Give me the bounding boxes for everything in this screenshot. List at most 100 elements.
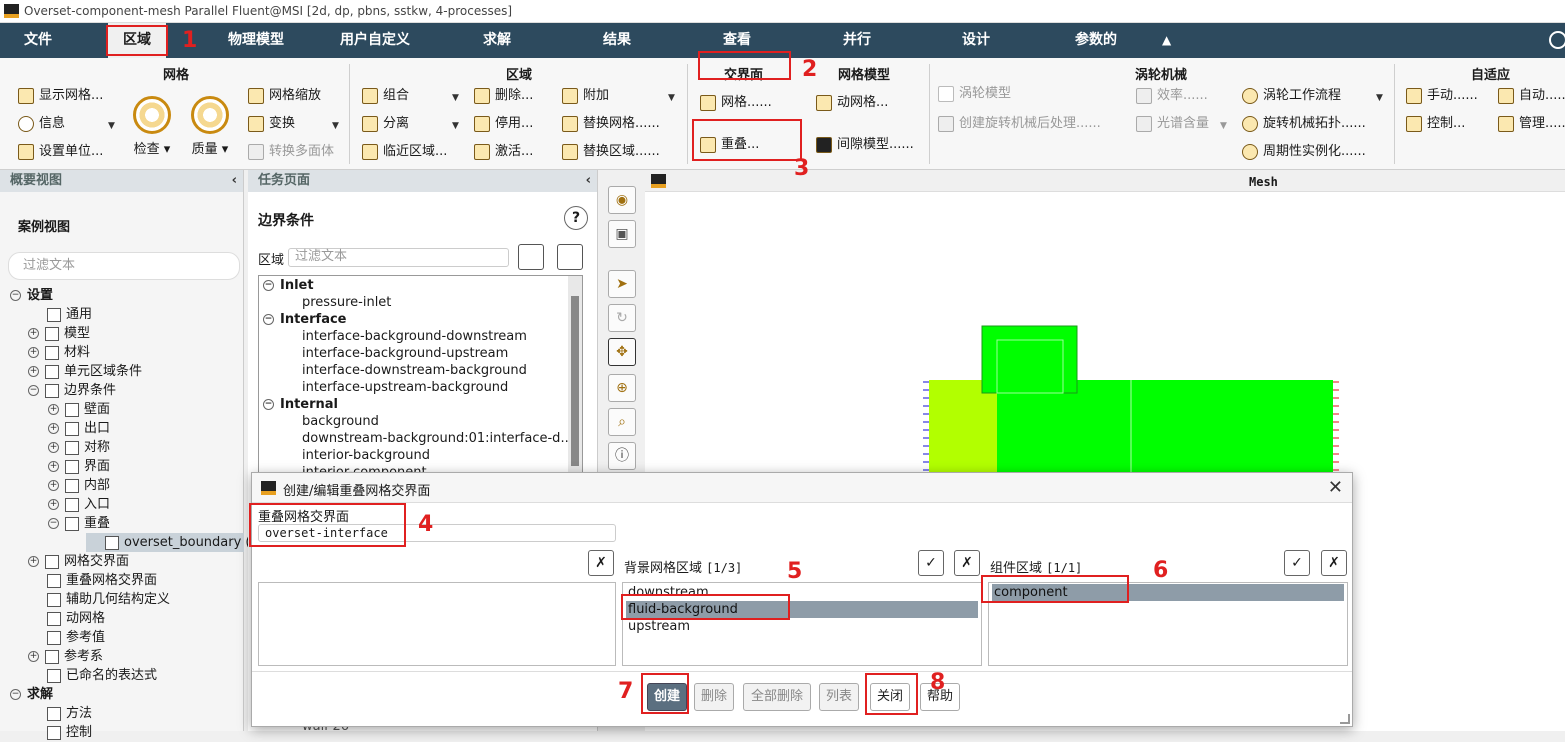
collapse-icon[interactable]: − (28, 385, 39, 396)
tree-item[interactable]: + 壁面 (48, 400, 110, 419)
check-button[interactable]: 检查 ▾ (130, 96, 174, 157)
expand-icon[interactable]: + (28, 328, 39, 339)
close-icon[interactable]: ✕ (1328, 477, 1343, 498)
tree-item[interactable]: − 重叠 (48, 514, 110, 533)
adapt-manual-button[interactable]: 手动...... (1406, 85, 1478, 107)
collapse-icon[interactable]: − (263, 399, 274, 410)
deselect-all-comp-icon[interactable]: ✗ (1321, 550, 1347, 576)
resize-grip-icon[interactable] (1340, 714, 1350, 724)
zone-list-item[interactable]: interface-background-upstream (302, 345, 508, 362)
info-dropdown-icon[interactable]: ▼ (108, 121, 115, 131)
expand-icon[interactable]: + (48, 442, 59, 453)
quality-button[interactable]: 质量 ▾ (188, 96, 232, 157)
zone-group-header[interactable]: − Inlet (263, 277, 314, 294)
zone-group-header[interactable]: − Interface (263, 311, 347, 328)
combine-button[interactable]: 组合 (362, 85, 409, 107)
zone-list-item[interactable]: pressure-inlet (302, 294, 391, 311)
bg-zone-item[interactable]: upstream (626, 618, 978, 635)
adjacency-button[interactable]: 临近区域... (362, 141, 447, 163)
tree-item[interactable]: − 设置 (10, 286, 53, 305)
filter-options-icon[interactable] (518, 244, 544, 270)
display-mesh-icon[interactable]: ◉ (608, 186, 636, 214)
tree-item[interactable]: + 入口 (48, 495, 110, 514)
delete-button[interactable]: 删除 (694, 683, 734, 711)
zone-list-item[interactable]: interior-background (302, 447, 430, 464)
activate-zone-button[interactable]: 激活... (474, 141, 533, 163)
zoom-in-out-icon[interactable]: ⊕ (608, 374, 636, 402)
transform-dropdown-icon[interactable]: ▼ (332, 121, 339, 131)
select-all-bg-icon[interactable]: ✓ (918, 550, 944, 576)
combine-dropdown-icon[interactable]: ▼ (452, 93, 459, 103)
turbo-workflow-button[interactable]: 涡轮工作流程 (1242, 85, 1341, 107)
expand-icon[interactable]: + (48, 499, 59, 510)
turbo-model-checkbox[interactable]: 涡轮模型 (938, 83, 1011, 105)
search-icon[interactable] (1549, 31, 1565, 49)
expand-icon[interactable]: + (48, 423, 59, 434)
collapse-panel-icon[interactable]: ‹ (232, 170, 237, 192)
pan-icon[interactable]: ✥ (608, 338, 636, 366)
collapse-task-icon[interactable]: ‹ (586, 170, 591, 192)
tree-item[interactable]: + 材料 (28, 343, 90, 362)
tree-item[interactable]: 方法 (28, 704, 92, 723)
efficiency-button[interactable]: 效率...... (1136, 85, 1208, 107)
tree-item[interactable]: 已命名的表达式 (28, 666, 157, 685)
zone-filter-input[interactable]: 过滤文本 (288, 248, 509, 267)
expand-icon[interactable]: + (28, 556, 39, 567)
expand-icon[interactable]: + (28, 651, 39, 662)
periodic-instancing-button[interactable]: 周期性实例化...... (1242, 141, 1366, 163)
tree-item[interactable]: + 单元区域条件 (28, 362, 142, 381)
rotate-icon[interactable]: ↻ (608, 304, 636, 332)
tree-item[interactable]: 控制 (28, 723, 92, 742)
separate-button[interactable]: 分离 (362, 113, 409, 135)
turbo-workflow-dropdown-icon[interactable]: ▼ (1376, 93, 1383, 103)
tree-item[interactable]: + 内部 (48, 476, 110, 495)
zoom-box-icon[interactable]: ⌕ (608, 408, 636, 436)
tree-item[interactable]: − 边界条件 (28, 381, 116, 400)
tree-item[interactable]: 通用 (28, 305, 92, 324)
tree-item[interactable]: 参考值 (28, 628, 105, 647)
zone-list-item[interactable]: background (302, 413, 379, 430)
adapt-manage-button[interactable]: 管理...... (1498, 113, 1565, 135)
tree-item[interactable]: + 出口 (48, 419, 110, 438)
menu-parallel[interactable]: 并行 (832, 23, 882, 58)
menu-design[interactable]: 设计 (951, 23, 1001, 58)
deselect-all-icon[interactable]: ✗ (588, 550, 614, 576)
collapse-icon[interactable]: − (10, 290, 21, 301)
collapse-ribbon-icon[interactable]: ▲ (1162, 23, 1171, 58)
dynamic-mesh-button[interactable]: 动网格... (816, 92, 888, 114)
zone-list-item[interactable]: downstream-background:01:interface-d... (302, 430, 573, 447)
convert-polyhedra-button[interactable]: 转换多面体 (248, 141, 334, 163)
spectral-dropdown-icon[interactable]: ▼ (1220, 121, 1227, 131)
append-dropdown-icon[interactable]: ▼ (668, 93, 675, 103)
tree-item[interactable]: + 参考系 (28, 647, 103, 666)
spectral-button[interactable]: 光谱含量 (1136, 113, 1209, 135)
menu-user-defined[interactable]: 用户自定义 (335, 23, 415, 58)
tree-item[interactable]: 重叠网格交界面 (28, 571, 157, 590)
select-pointer-icon[interactable]: ➤ (608, 270, 636, 298)
turbo-topology-button[interactable]: 旋转机械拓扑...... (1242, 113, 1366, 135)
scale-button[interactable]: 网格缩放 (248, 85, 321, 107)
set-units-button[interactable]: 设置单位... (18, 141, 103, 163)
show-grid-button[interactable]: 显示网格... (18, 85, 103, 107)
select-all-comp-icon[interactable]: ✓ (1284, 550, 1310, 576)
probe-info-icon[interactable]: ⓘ (608, 442, 636, 470)
zone-group-header[interactable]: − Internal (263, 396, 338, 413)
delete-zone-button[interactable]: 删除... (474, 85, 533, 107)
scrollbar-thumb[interactable] (571, 296, 579, 466)
replace-mesh-button[interactable]: 替换网格...... (562, 113, 660, 135)
mesh-interface-button[interactable]: 网格...... (700, 92, 772, 114)
zone-list-item[interactable]: interface-background-downstream (302, 328, 527, 345)
tree-item[interactable]: 动网格 (28, 609, 105, 628)
menu-parameters[interactable]: 参数的 (1066, 23, 1126, 58)
adapt-auto-button[interactable]: 自动...... (1498, 85, 1565, 107)
gap-model-button[interactable]: 间隙模型...... (816, 134, 914, 156)
outline-filter-input[interactable]: 过滤文本 (8, 252, 240, 280)
filter-type-icon[interactable] (557, 244, 583, 270)
menu-solution[interactable]: 求解 (472, 23, 522, 58)
tree-item[interactable]: − 求解 (10, 685, 53, 704)
info-button[interactable]: 信息 (18, 113, 65, 135)
menu-file[interactable]: 文件 (0, 23, 76, 58)
collapse-icon[interactable]: − (48, 518, 59, 529)
expand-icon[interactable]: + (48, 404, 59, 415)
append-button[interactable]: 附加 (562, 85, 609, 107)
